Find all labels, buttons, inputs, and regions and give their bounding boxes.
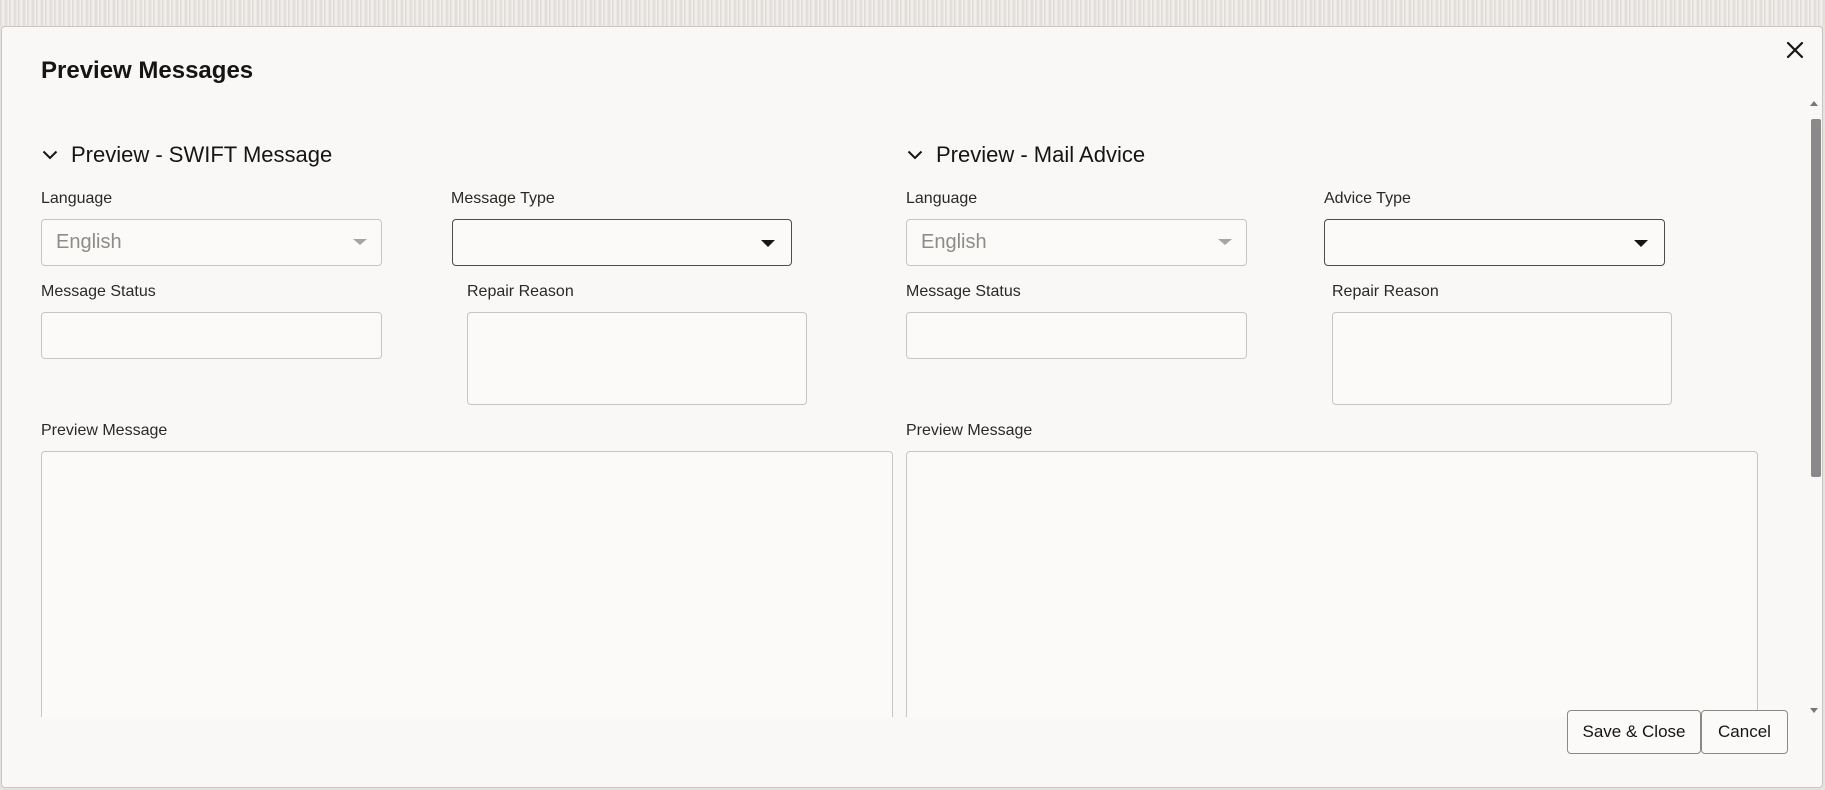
caret-down-icon	[1634, 240, 1648, 247]
swift-section-title: Preview - SWIFT Message	[71, 142, 333, 167]
swift-section-header[interactable]: Preview - SWIFT Message	[41, 142, 332, 168]
mail-preview-message-label: Preview Message	[906, 422, 1033, 439]
caret-down-icon	[761, 240, 775, 247]
dialog-content: Preview - SWIFT Message Language English…	[2, 97, 1822, 717]
swift-repair-reason-textarea[interactable]	[467, 312, 807, 405]
close-button[interactable]	[1780, 35, 1810, 65]
swift-preview-message-label: Preview Message	[41, 422, 168, 439]
swift-language-select[interactable]: English	[41, 219, 382, 266]
mail-language-value: English	[921, 231, 987, 253]
scrollbar-thumb[interactable]	[1811, 119, 1821, 477]
caret-down-icon	[353, 239, 367, 245]
mail-repair-reason-textarea[interactable]	[1332, 312, 1672, 405]
mail-message-status-input[interactable]	[906, 312, 1247, 359]
swift-message-type-select[interactable]	[452, 219, 792, 266]
mail-preview-message-textarea[interactable]	[906, 451, 1758, 717]
chevron-down-icon	[906, 146, 924, 164]
close-icon	[1786, 41, 1804, 59]
chevron-down-icon	[41, 146, 59, 164]
mail-language-label: Language	[906, 190, 978, 207]
swift-preview-message-textarea[interactable]	[41, 451, 893, 717]
scroll-up-arrow-icon[interactable]	[1810, 101, 1818, 106]
swift-message-type-label: Message Type	[451, 190, 555, 207]
background-page-strip	[0, 0, 1825, 26]
cancel-button[interactable]: Cancel	[1701, 710, 1788, 754]
swift-language-label: Language	[41, 190, 113, 207]
preview-messages-dialog: Preview Messages Preview - SWIFT Message…	[1, 26, 1823, 788]
swift-language-value: English	[56, 231, 122, 253]
mail-advice-type-select[interactable]	[1324, 219, 1665, 266]
scroll-down-arrow-icon[interactable]	[1810, 708, 1818, 713]
mail-repair-reason-label: Repair Reason	[1332, 283, 1439, 300]
mail-message-status-label: Message Status	[906, 283, 1021, 300]
mail-section-title: Preview - Mail Advice	[936, 142, 1146, 167]
mail-section-header[interactable]: Preview - Mail Advice	[906, 142, 1145, 168]
swift-repair-reason-label: Repair Reason	[467, 283, 574, 300]
swift-message-status-input[interactable]	[41, 312, 382, 359]
mail-advice-type-label: Advice Type	[1324, 190, 1411, 207]
dialog-title: Preview Messages	[41, 57, 254, 84]
caret-down-icon	[1218, 239, 1232, 245]
content-scrollbar[interactable]	[1808, 97, 1822, 717]
mail-language-select[interactable]: English	[906, 219, 1247, 266]
swift-message-status-label: Message Status	[41, 283, 156, 300]
save-and-close-button[interactable]: Save & Close	[1567, 710, 1701, 754]
